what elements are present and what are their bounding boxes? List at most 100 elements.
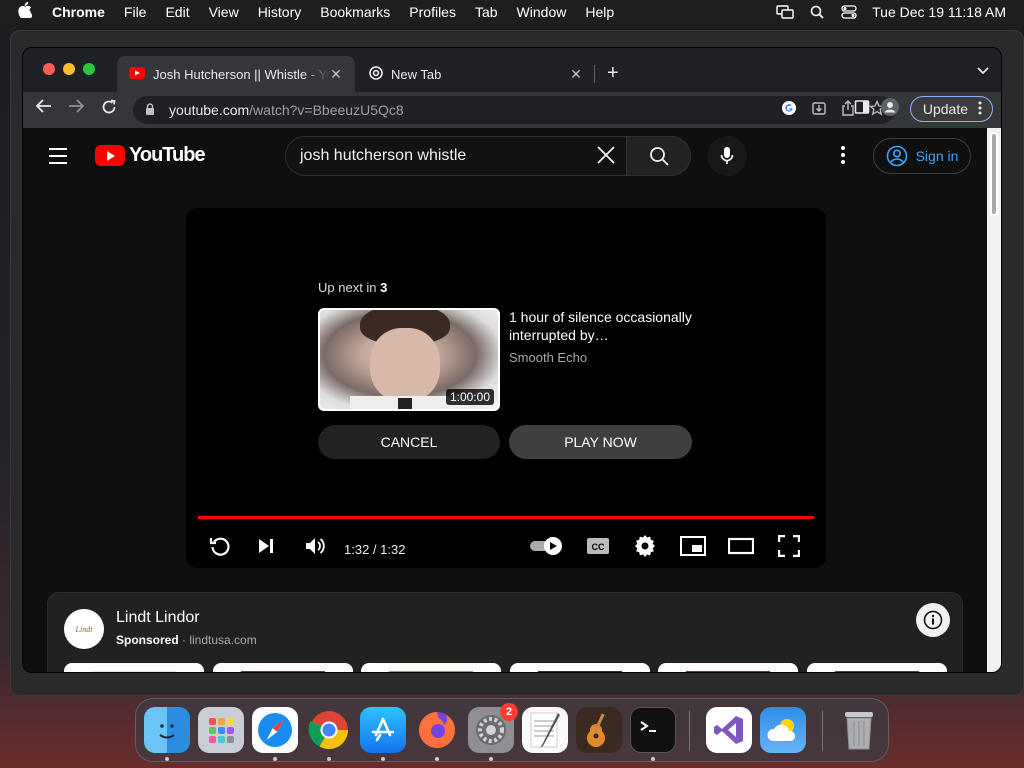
- ad-sponsor-line: Sponsored · lindtusa.com: [116, 633, 257, 647]
- youtube-play-logo-icon: [95, 145, 125, 166]
- youtube-logo[interactable]: YouTube: [95, 144, 206, 167]
- sponsored-label: Sponsored: [116, 633, 179, 647]
- textedit-icon[interactable]: [522, 707, 568, 753]
- tab-strip: Josh Hutcherson || Whistle - YouTube ✕ N…: [23, 48, 1001, 92]
- ad-product-card[interactable]: [64, 663, 204, 672]
- back-arrow-icon: [35, 99, 51, 113]
- update-label: Update: [922, 101, 968, 117]
- app-store-icon[interactable]: [360, 707, 406, 753]
- advertiser-logo[interactable]: Lindt: [64, 609, 104, 649]
- closed-captions-icon: CC: [587, 538, 609, 554]
- install-app-icon[interactable]: [811, 100, 827, 119]
- replay-icon: [209, 537, 230, 556]
- apple-icon[interactable]: [18, 1, 34, 23]
- trash-icon[interactable]: [836, 707, 882, 753]
- theater-mode-button[interactable]: [728, 532, 754, 560]
- update-button[interactable]: Update: [909, 96, 993, 122]
- close-tab-icon[interactable]: ✕: [569, 66, 583, 83]
- sponsored-ad[interactable]: Lindt Lindt Lindor Sponsored · lindtusa.…: [47, 592, 963, 672]
- up-next-title[interactable]: 1 hour of silence occasionally interrupt…: [509, 308, 694, 344]
- next-button[interactable]: [256, 532, 276, 560]
- garageband-icon[interactable]: [576, 707, 622, 753]
- miniplayer-button[interactable]: [680, 532, 706, 560]
- lock-icon[interactable]: [145, 102, 159, 118]
- address-bar[interactable]: youtube.com/watch?v=BbeeuzU5Qc8: [133, 96, 895, 124]
- reload-button[interactable]: [98, 99, 120, 120]
- minimize-window-button[interactable]: [63, 63, 75, 75]
- close-window-button[interactable]: [43, 63, 55, 75]
- tab-search-chevron-icon[interactable]: [977, 64, 989, 78]
- ad-product-card[interactable]: [510, 663, 650, 672]
- settings-button[interactable]: [634, 532, 656, 560]
- youtube-page: YouTube josh hutcherson whistle Sign in: [23, 128, 989, 672]
- search-input[interactable]: josh hutcherson whistle: [285, 136, 627, 176]
- mute-button[interactable]: [304, 532, 326, 560]
- page-scrollbar[interactable]: [987, 128, 1001, 672]
- player-controls: 1:32 / 1:32 CC: [186, 526, 826, 566]
- time-display: 1:32 / 1:32: [344, 542, 406, 557]
- back-button[interactable]: [33, 99, 55, 118]
- ad-brand-name[interactable]: Lindt Lindor: [116, 609, 200, 627]
- up-next-thumbnail[interactable]: 1:00:00: [318, 308, 500, 411]
- ad-product-card[interactable]: [658, 663, 798, 672]
- autoplay-toggle-icon: [530, 537, 562, 555]
- zoom-window-button[interactable]: [83, 63, 95, 75]
- progress-bar[interactable]: [198, 516, 814, 519]
- sign-in-button[interactable]: Sign in: [873, 138, 971, 174]
- ad-product-card[interactable]: [213, 663, 353, 672]
- tab-youtube[interactable]: Josh Hutcherson || Whistle - YouTube ✕: [117, 56, 355, 92]
- menu-view[interactable]: View: [209, 4, 239, 20]
- profile-icon[interactable]: [880, 97, 900, 122]
- sign-in-label: Sign in: [915, 148, 959, 164]
- fullscreen-button[interactable]: [778, 532, 800, 560]
- chrome-app-icon[interactable]: [306, 707, 352, 753]
- menu-file[interactable]: File: [124, 4, 147, 20]
- replay-button[interactable]: [208, 532, 232, 560]
- search-button[interactable]: [627, 136, 691, 176]
- youtube-icon: [129, 66, 145, 82]
- tab-new-tab[interactable]: New Tab ✕: [357, 56, 595, 92]
- menu-help[interactable]: Help: [585, 4, 614, 20]
- new-tab-button[interactable]: +: [607, 62, 619, 85]
- spotlight-search-icon[interactable]: [808, 5, 826, 19]
- menu-profiles[interactable]: Profiles: [409, 4, 456, 20]
- account-circle-icon: [886, 145, 907, 167]
- control-center-icon[interactable]: [840, 5, 858, 19]
- weather-icon[interactable]: [760, 707, 806, 753]
- terminal-icon[interactable]: [630, 707, 676, 753]
- captions-button[interactable]: CC: [586, 532, 610, 560]
- video-player[interactable]: Up next in 3 1:00:00 1 hour of silence o…: [186, 208, 826, 568]
- launchpad-icon[interactable]: [198, 707, 244, 753]
- menu-app-name[interactable]: Chrome: [52, 4, 105, 20]
- google-icon[interactable]: [781, 100, 797, 119]
- system-settings-icon[interactable]: 2: [468, 703, 518, 753]
- menu-history[interactable]: History: [258, 4, 302, 20]
- close-tab-icon[interactable]: ✕: [329, 66, 343, 83]
- guide-menu-icon[interactable]: [49, 148, 67, 169]
- menu-window[interactable]: Window: [517, 4, 567, 20]
- finder-icon[interactable]: [144, 707, 190, 753]
- forward-button[interactable]: [65, 99, 87, 118]
- info-icon: [923, 610, 943, 630]
- clear-search-icon[interactable]: [596, 145, 616, 171]
- fullscreen-icon: [778, 535, 800, 557]
- safari-icon[interactable]: [252, 707, 298, 753]
- menu-tab[interactable]: Tab: [475, 4, 498, 20]
- miniplayer-icon: [680, 536, 706, 556]
- ad-product-card[interactable]: [361, 663, 501, 672]
- ad-info-button[interactable]: [916, 603, 950, 637]
- scrollbar-thumb[interactable]: [990, 132, 998, 216]
- menu-edit[interactable]: Edit: [165, 4, 189, 20]
- autoplay-toggle[interactable]: [529, 532, 565, 560]
- menubar-clock[interactable]: Tue Dec 19 11:18 AM: [872, 4, 1006, 20]
- side-panel-icon[interactable]: [854, 99, 870, 120]
- visual-studio-icon[interactable]: [706, 707, 752, 753]
- cancel-autoplay-button[interactable]: CANCEL: [318, 425, 500, 459]
- firefox-icon[interactable]: [414, 707, 460, 753]
- settings-more-icon[interactable]: [841, 146, 847, 167]
- menu-bookmarks[interactable]: Bookmarks: [320, 4, 390, 20]
- screen-mirroring-icon[interactable]: [776, 5, 794, 19]
- ad-product-card[interactable]: [807, 663, 947, 672]
- voice-search-button[interactable]: [707, 136, 747, 176]
- play-now-button[interactable]: PLAY NOW: [509, 425, 692, 459]
